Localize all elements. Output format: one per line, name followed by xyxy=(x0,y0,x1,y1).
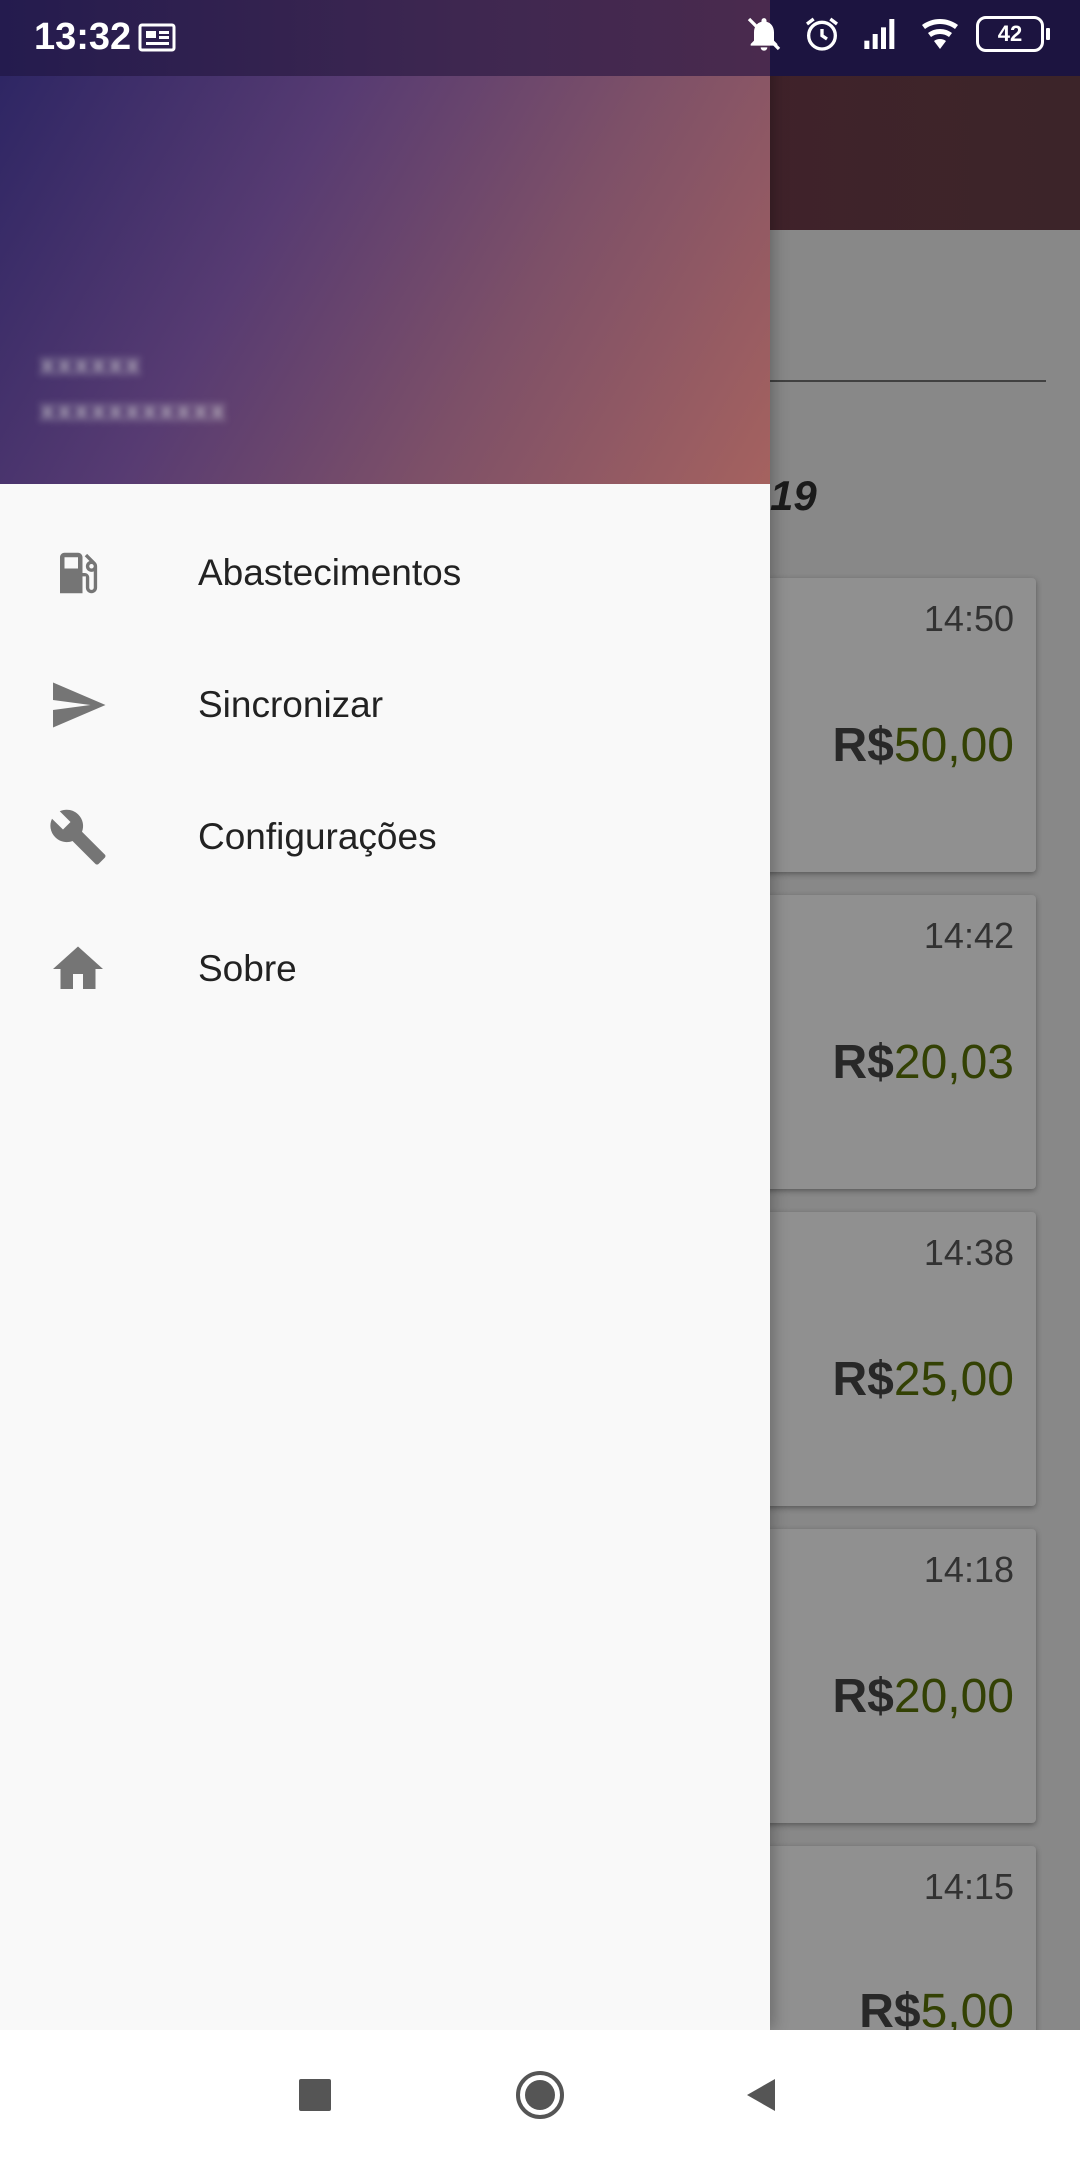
news-icon xyxy=(138,22,178,59)
battery-level: 42 xyxy=(976,16,1044,52)
user-name: xxxxxx xyxy=(40,348,142,381)
back-button[interactable] xyxy=(734,2068,788,2122)
drawer-item-label: Abastecimentos xyxy=(198,552,462,593)
signal-icon xyxy=(860,14,900,54)
drawer-item-abastecimentos[interactable]: Abastecimentos xyxy=(0,507,770,639)
fuel-pump-icon xyxy=(46,541,110,605)
alarm-icon xyxy=(802,14,842,54)
drawer-header: xxxxxx xxxxxxxxxxx xyxy=(0,76,770,484)
home-icon xyxy=(46,937,110,1001)
drawer-item-label: Configurações xyxy=(198,816,437,857)
drawer-item-label: Sincronizar xyxy=(198,684,384,725)
system-navigation-bar xyxy=(0,2030,1080,2160)
status-time: 13:32 xyxy=(34,16,132,58)
navigation-drawer: xxxxxx xxxxxxxxxxx Abastecimentos Sincro… xyxy=(0,0,770,2030)
drawer-item-label: Sobre xyxy=(198,948,297,989)
status-icons: 42 xyxy=(744,14,1050,54)
drawer-item-sobre[interactable]: Sobre xyxy=(0,903,770,1035)
battery-icon: 42 xyxy=(976,16,1050,52)
recent-apps-button[interactable] xyxy=(288,2068,342,2122)
home-button[interactable] xyxy=(513,2068,567,2122)
user-email: xxxxxxxxxxx xyxy=(40,394,227,427)
wrench-icon xyxy=(46,805,110,869)
send-icon xyxy=(46,673,110,737)
drawer-item-sincronizar[interactable]: Sincronizar xyxy=(0,639,770,771)
bell-muted-icon xyxy=(744,14,784,54)
status-bar: 13:32 42 xyxy=(0,0,1080,76)
wifi-icon xyxy=(918,14,958,54)
drawer-item-configuracoes[interactable]: Configurações xyxy=(0,771,770,903)
